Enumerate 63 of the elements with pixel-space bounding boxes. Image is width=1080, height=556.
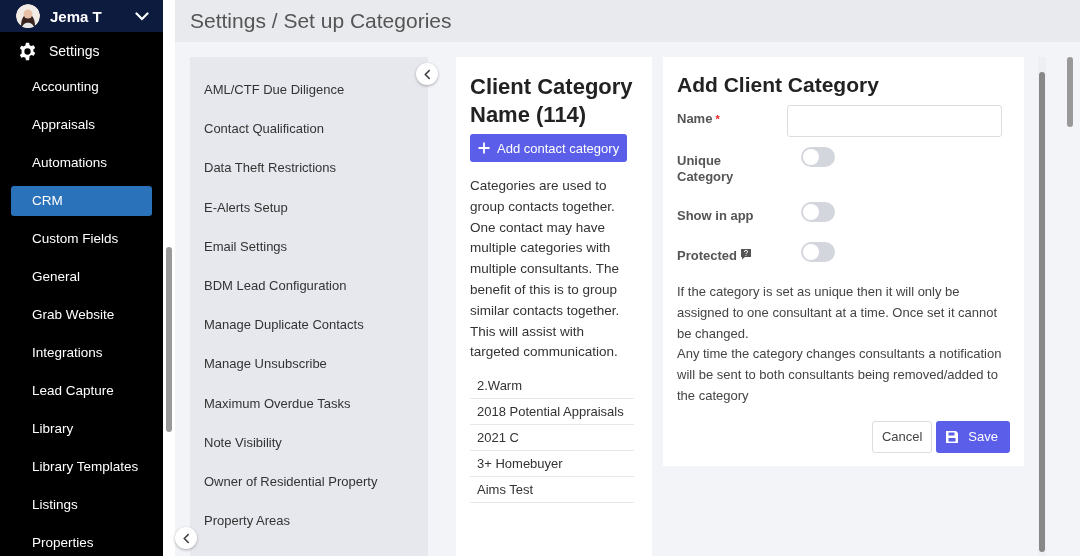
- field-label: Show in app: [677, 208, 754, 224]
- menu-item[interactable]: AML/CTF Due Diligence: [190, 71, 428, 111]
- page-title: Settings / Set up Categories: [190, 9, 452, 33]
- nav-item[interactable]: Grab Website: [11, 300, 152, 330]
- field-label: Name: [677, 111, 713, 127]
- plus-icon: [478, 142, 490, 154]
- chevron-down-icon: [135, 11, 149, 21]
- menu-item[interactable]: Manage Duplicate Contacts: [190, 306, 428, 346]
- section-title: Settings: [49, 43, 100, 59]
- nav-item[interactable]: Appraisals: [11, 110, 152, 140]
- form-title: Add Client Category: [677, 73, 880, 97]
- field-label: Protected: [677, 248, 737, 264]
- chevron-left-icon: [182, 532, 190, 544]
- category-item[interactable]: 2021 C: [470, 425, 634, 452]
- required-mark: *: [715, 112, 720, 127]
- toggle-switch[interactable]: [801, 242, 835, 262]
- nav-item[interactable]: CRM: [11, 186, 152, 216]
- nav-item[interactable]: Integrations: [11, 338, 152, 368]
- scrollbar-thumb[interactable]: [1039, 72, 1045, 552]
- collapse-button[interactable]: [175, 527, 197, 549]
- menu-item[interactable]: Email Settings: [190, 227, 428, 267]
- user-header[interactable]: Jema T: [0, 0, 163, 32]
- category-item[interactable]: 2018 Potential Appraisals: [470, 399, 634, 426]
- scrollbar-thumb[interactable]: [166, 247, 172, 432]
- nav-item[interactable]: General: [11, 262, 152, 292]
- collapse-button[interactable]: [416, 63, 438, 85]
- scrollbar-thumb[interactable]: [1067, 57, 1073, 127]
- help-icon[interactable]: [739, 248, 752, 260]
- field-label: Unique Category: [677, 153, 735, 185]
- name-input-field[interactable]: [787, 105, 1002, 137]
- category-item[interactable]: 2.Warm: [470, 373, 634, 400]
- save-button[interactable]: Save: [936, 420, 1010, 453]
- toggle-switch[interactable]: [801, 202, 835, 222]
- nav-item[interactable]: Lead Capture: [11, 376, 152, 406]
- nav-item[interactable]: Properties: [11, 528, 152, 556]
- menu-item[interactable]: E-Alerts Setup: [190, 188, 428, 228]
- nav-item[interactable]: Library: [11, 414, 152, 444]
- menu-item[interactable]: Note Visibility: [190, 423, 428, 463]
- menu-item[interactable]: Owner of Residential Property: [190, 462, 428, 503]
- avatar-icon: [16, 4, 40, 28]
- nav-item[interactable]: Listings: [11, 490, 152, 520]
- nav-item[interactable]: Accounting: [11, 72, 152, 102]
- description-text: Categories are used to group contacts together. One contact may have multiple categories with multiple consultants. The benefit of this is to group similar contacts together. This will assist with targeted communication.: [470, 177, 621, 362]
- menu-item[interactable]: Contact Qualification: [190, 110, 428, 150]
- note-text: If the category is set as unique then it will only be assigned to one consultant at a time. Once set it cannot be changed.: [677, 283, 999, 343]
- chevron-left-icon: [423, 68, 431, 80]
- category-item[interactable]: 3+ Homebuyer: [470, 451, 634, 478]
- add-category-button[interactable]: Add contact category: [470, 134, 628, 162]
- menu-item[interactable]: Property Areas: [190, 502, 428, 542]
- user-name: Jema T: [50, 7, 103, 25]
- menu-item[interactable]: Data Theft Restrictions: [190, 149, 428, 189]
- card-title: Client Category Name (114): [470, 73, 634, 129]
- menu-item[interactable]: BDM Lead Configuration: [190, 266, 428, 307]
- category-item[interactable]: Aims Test: [470, 477, 634, 504]
- nav-item[interactable]: Custom Fields: [11, 224, 152, 254]
- note-text: Any time the category changes consultants a notification will be sent to both consultants being removed/added to the category: [677, 345, 1003, 405]
- nav-item[interactable]: Automations: [11, 148, 152, 178]
- menu-item[interactable]: Manage Unsubscribe: [190, 345, 428, 385]
- nav-item[interactable]: Library Templates: [11, 452, 152, 482]
- gear-icon: [18, 41, 37, 61]
- toggle-switch[interactable]: [801, 147, 835, 167]
- menu-item[interactable]: Maximum Overdue Tasks: [190, 384, 428, 424]
- cancel-button[interactable]: Cancel: [871, 420, 933, 453]
